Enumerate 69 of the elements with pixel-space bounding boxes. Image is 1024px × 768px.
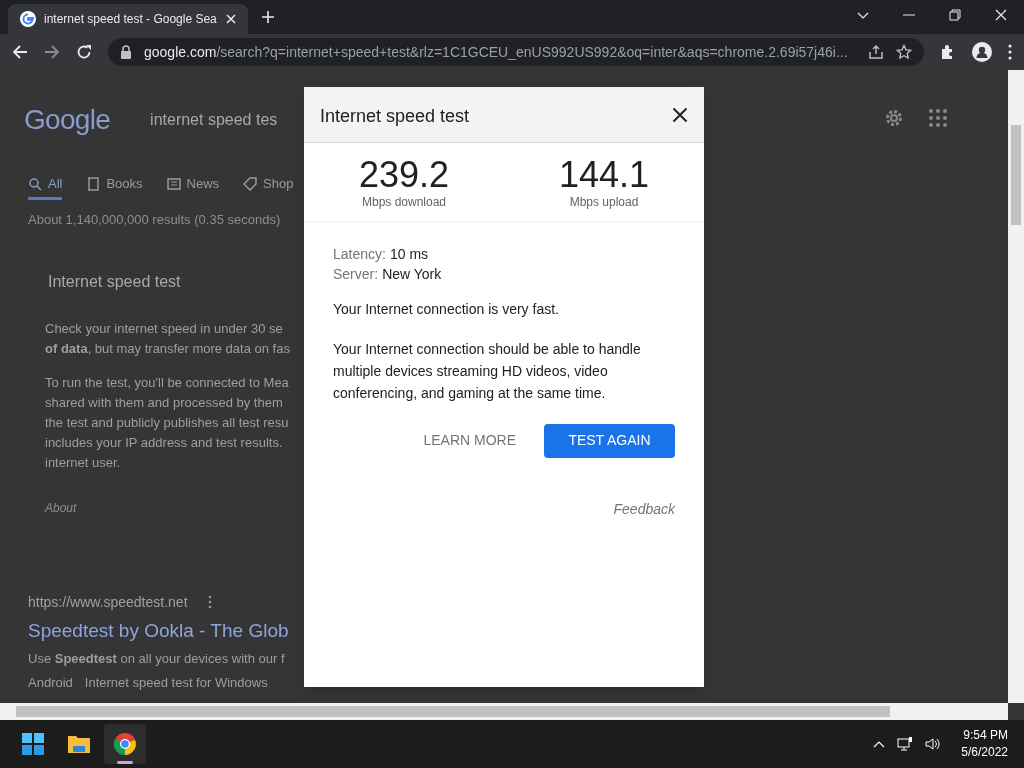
detail-label: Server: — [333, 265, 379, 284]
back-icon[interactable] — [12, 44, 28, 60]
network-icon[interactable] — [897, 736, 914, 752]
reload-icon[interactable] — [76, 44, 92, 60]
paragraph-line: To run the test, you'll be connected to Mea — [45, 373, 290, 392]
paragraph-line: the test and publicly publishes all test resu — [45, 413, 290, 432]
speed-label: Mbps download — [361, 194, 447, 211]
detail-label: Latency: — [333, 245, 386, 264]
paragraph-line: Check your internet speed in under 30 se — [45, 319, 284, 338]
menu-icon[interactable] — [1008, 44, 1012, 60]
tab-title: internet speed test - Google Sea — [44, 11, 217, 28]
paragraph-line: of data, but may transfer more data on fas — [45, 339, 291, 358]
paragraph-line: includes your IP address and test results. — [45, 433, 284, 452]
speed-label: Mbps upload — [569, 194, 639, 211]
about-link[interactable]: About — [0, 498, 300, 517]
more-icon[interactable] — [207, 595, 212, 609]
search-tab[interactable]: Books — [86, 170, 143, 200]
tag-icon — [243, 176, 258, 191]
forward-icon[interactable] — [44, 44, 60, 60]
volume-icon[interactable] — [925, 736, 942, 752]
close-icon[interactable] — [224, 13, 237, 25]
search-icon — [28, 176, 42, 191]
test-again-button[interactable]: TEST AGAIN — [544, 423, 675, 458]
result-snippet: Use Speedtest on all your devices with our f — [27, 650, 286, 668]
summary-text: Your Internet connection is very fast. — [333, 300, 560, 319]
lock-icon — [120, 45, 132, 59]
horizontal-scrollbar[interactable] — [0, 703, 1008, 720]
detail-value: 10 ms — [389, 245, 429, 264]
google-logo: Google — [24, 103, 111, 137]
newspaper-icon — [166, 176, 181, 191]
paragraph-line: shared with them and processed by them — [45, 393, 284, 412]
star-icon[interactable] — [896, 44, 912, 60]
book-icon — [86, 176, 101, 191]
url-path: /search?q=internet+speed+test&rlz=1C1GCEU_enUS992US992&oq=inter&aqs=chrome.2.69i57j46i... — [216, 42, 848, 62]
sitelink[interactable]: Internet speed test for Windows — [84, 672, 268, 692]
share-icon[interactable] — [868, 44, 884, 60]
speed-value: 144.1 — [558, 157, 650, 193]
card-title: Internet speed test — [47, 271, 182, 292]
speed-value: 239.2 — [358, 157, 450, 193]
description-text: Your Internet connection should be able to handle multiple devices streaming HD videos, video conferencing, and gaming at the same time. — [333, 340, 642, 403]
browser-icon — [113, 732, 137, 756]
close-icon[interactable] — [672, 106, 688, 123]
url-host: google.com — [144, 42, 217, 62]
settings-icon[interactable] — [884, 108, 904, 128]
result-title[interactable]: Speedtest by Ookla - The Glob — [0, 616, 300, 645]
start-icon — [21, 732, 45, 756]
restore-icon[interactable] — [949, 9, 961, 21]
result-url[interactable]: https://www.speedtest.net — [28, 591, 188, 613]
new-tab-icon[interactable] — [260, 9, 276, 25]
google-g-icon — [20, 11, 36, 27]
profile-icon[interactable] — [972, 42, 992, 62]
search-tab[interactable]: Shop — [243, 170, 294, 200]
detail-value: New York — [382, 265, 442, 284]
dialog-title: Internet speed test — [320, 105, 470, 128]
apps-grid-icon[interactable] — [928, 108, 948, 128]
result-stats: About 1,140,000,000 results (0.35 seconds) — [27, 211, 282, 229]
search-tab[interactable]: News — [166, 170, 220, 200]
taskbar-app[interactable] — [104, 724, 146, 764]
browser-tab[interactable]: internet speed test - Google Sea — [8, 4, 248, 34]
feedback-link[interactable]: Feedback — [613, 499, 675, 520]
search-tab[interactable]: All — [28, 170, 63, 200]
search-query[interactable]: internet speed tes — [150, 108, 278, 132]
paragraph-line: internet user. — [45, 453, 122, 472]
learn-more-button[interactable]: LEARN MORE — [419, 422, 520, 459]
address-bar[interactable]: google.com/search?q=internet+speed+test&rlz=1C1GCEU_enUS992US992&oq=inter&aqs=chrome.2.69i57j46i... — [108, 38, 924, 66]
clock-time[interactable]: 9:54 PM — [963, 727, 1008, 744]
sitelink[interactable]: Android — [28, 672, 73, 692]
vertical-scrollbar[interactable] — [1008, 70, 1024, 703]
clock-date[interactable]: 5/6/2022 — [961, 744, 1008, 761]
